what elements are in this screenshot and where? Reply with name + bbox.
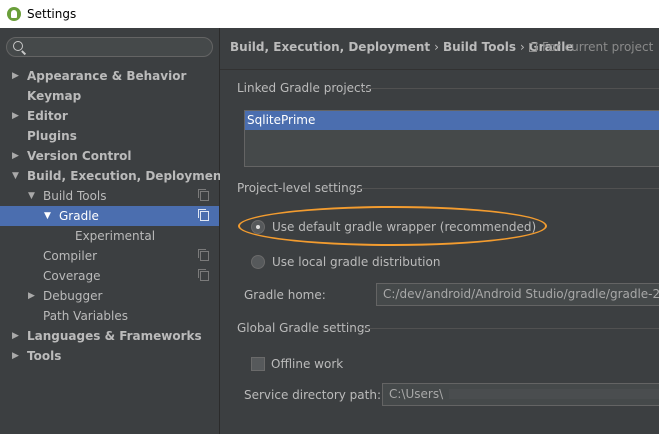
expand-arrow-icon[interactable]: ▶	[28, 286, 35, 306]
default-wrapper-label[interactable]: Use default gradle wrapper (recommended)	[272, 220, 536, 234]
offline-work-checkbox[interactable]	[251, 357, 265, 371]
local-distribution-radio[interactable]	[251, 255, 265, 269]
breadcrumb-part: Build Tools	[442, 40, 516, 54]
sidebar-item-label: Version Control	[27, 149, 132, 163]
sidebar-item-label: Editor	[27, 109, 68, 123]
gradle-home-value: C:/dev/android/Android Studio/gradle/gra…	[383, 287, 659, 301]
sidebar-item-compiler[interactable]: Compiler	[0, 246, 219, 266]
project-scope-icon	[198, 249, 209, 261]
sidebar-item-label: Compiler	[43, 249, 98, 263]
search-input[interactable]	[6, 37, 213, 57]
project-level-title: Project-level settings	[237, 181, 363, 195]
project-scope-icon	[198, 269, 209, 281]
section-divider	[360, 88, 659, 89]
offline-work-label[interactable]: Offline work	[271, 357, 343, 371]
sidebar-item-label: Plugins	[27, 129, 77, 143]
sidebar-item-label: Keymap	[27, 89, 82, 103]
sidebar-item-appearance-behavior[interactable]: ▶ Appearance & Behavior	[0, 66, 219, 86]
sidebar-item-version-control[interactable]: ▶ Version Control	[0, 146, 219, 166]
sidebar-item-label: Debugger	[43, 289, 103, 303]
window-titlebar: Settings	[0, 0, 659, 28]
linked-projects-list[interactable]: SqlitePrime	[244, 110, 659, 167]
gradle-home-field[interactable]: C:/dev/android/Android Studio/gradle/gra…	[376, 283, 659, 306]
sidebar-item-languages-frameworks[interactable]: ▶ Languages & Frameworks	[0, 326, 219, 346]
sidebar-item-experimental[interactable]: Experimental	[0, 226, 219, 246]
gradle-home-label: Gradle home:	[244, 288, 326, 302]
expand-arrow-icon[interactable]: ▶	[12, 346, 19, 366]
project-scope-icon	[529, 43, 537, 52]
sidebar-item-label: Build Tools	[43, 189, 107, 203]
expand-arrow-icon[interactable]: ▶	[12, 146, 19, 166]
sidebar-item-path-variables[interactable]: Path Variables	[0, 306, 219, 326]
sidebar-item-coverage[interactable]: Coverage	[0, 266, 219, 286]
service-directory-label: Service directory path:	[244, 388, 381, 402]
section-divider	[359, 328, 659, 329]
breadcrumb-separator: ›	[519, 40, 525, 54]
sidebar-item-plugins[interactable]: Plugins	[0, 126, 219, 146]
global-settings-title: Global Gradle settings	[237, 321, 371, 335]
sidebar-item-label: Path Variables	[43, 309, 129, 323]
project-scope-icon	[198, 189, 209, 201]
expand-arrow-icon[interactable]: ▶	[12, 66, 19, 86]
sidebar-item-debugger[interactable]: ▶ Debugger	[0, 286, 219, 306]
sidebar-item-gradle[interactable]: ▼ Gradle	[0, 206, 219, 226]
collapse-arrow-icon[interactable]: ▼	[12, 166, 19, 186]
sidebar-item-label: Build, Execution, Deployment	[27, 169, 228, 183]
scope-note: For current project	[529, 40, 653, 54]
linked-projects-title: Linked Gradle projects	[237, 81, 372, 95]
sidebar-item-label: Gradle	[59, 209, 99, 223]
local-distribution-label[interactable]: Use local gradle distribution	[272, 255, 440, 269]
project-scope-icon	[198, 209, 209, 221]
sidebar-item-label: Languages & Frameworks	[27, 329, 202, 343]
sidebar-item-label: Tools	[27, 349, 62, 363]
header-divider	[220, 69, 659, 70]
redacted-text	[449, 389, 659, 399]
sidebar-item-label: Coverage	[43, 269, 101, 283]
project-name: SqlitePrime	[247, 113, 316, 127]
default-wrapper-radio[interactable]	[251, 220, 265, 234]
sidebar-item-label: Experimental	[75, 229, 156, 243]
scope-label: For current project	[542, 40, 654, 54]
search-icon	[13, 41, 23, 51]
sidebar-item-editor[interactable]: ▶ Editor	[0, 106, 219, 126]
list-item[interactable]: SqlitePrime	[245, 111, 659, 130]
android-studio-icon	[7, 7, 21, 21]
breadcrumb-part: Build, Execution, Deployment	[230, 40, 431, 54]
sidebar-item-tools[interactable]: ▶ Tools	[0, 346, 219, 366]
expand-arrow-icon[interactable]: ▶	[12, 106, 19, 126]
collapse-arrow-icon[interactable]: ▼	[44, 206, 51, 226]
service-directory-value: C:\Users\	[389, 387, 444, 401]
service-directory-field[interactable]: C:\Users\	[382, 383, 659, 406]
sidebar-item-label: Appearance & Behavior	[27, 69, 187, 83]
settings-sidebar: ▶ Appearance & Behavior Keymap ▶ Editor …	[0, 28, 227, 434]
section-divider	[354, 188, 659, 189]
expand-arrow-icon[interactable]: ▶	[12, 326, 19, 346]
breadcrumb: Build, Execution, Deployment › Build Tools…	[230, 40, 574, 54]
collapse-arrow-icon[interactable]: ▼	[28, 186, 35, 206]
sidebar-item-build-execution-deployment[interactable]: ▼ Build, Execution, Deployment	[0, 166, 227, 186]
window-title: Settings	[27, 7, 77, 21]
sidebar-item-keymap[interactable]: Keymap	[0, 86, 219, 106]
breadcrumb-separator: ›	[434, 40, 439, 54]
settings-content: Build, Execution, Deployment › Build Tools…	[220, 28, 659, 434]
sidebar-item-build-tools[interactable]: ▼ Build Tools	[0, 186, 219, 206]
